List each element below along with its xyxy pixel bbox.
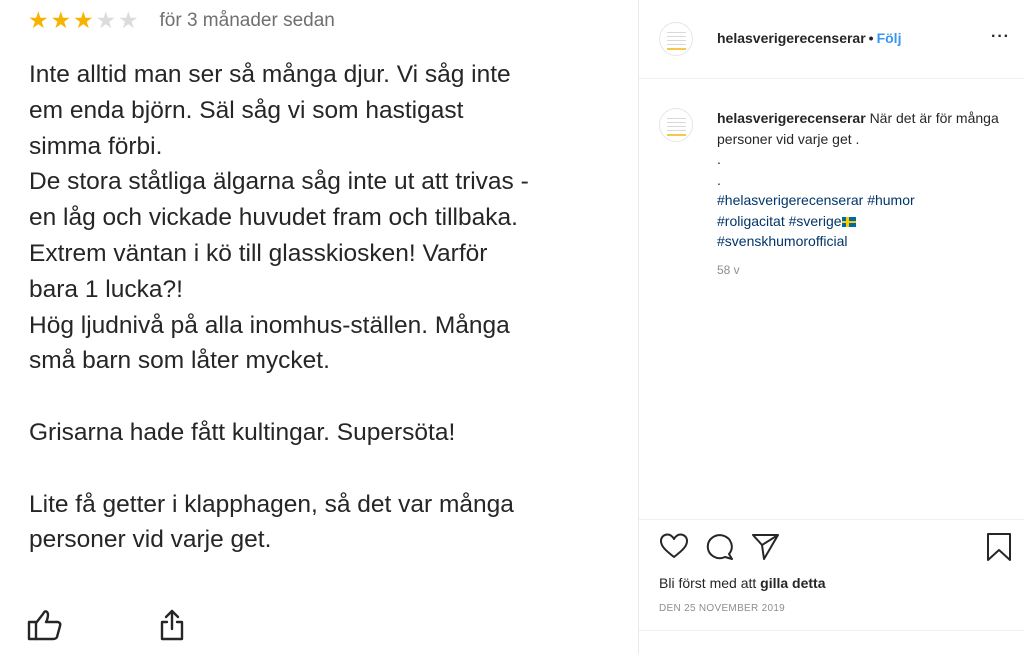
- review-text-line: De stora ståtliga älgarna såg inte ut at…: [29, 168, 529, 196]
- review-text-line: Lite få getter i klapphagen, så det var …: [29, 490, 514, 518]
- hashtag-link[interactable]: #roligacitat: [717, 213, 785, 229]
- separator-dot: •: [868, 30, 874, 46]
- swedish-flag-icon: [841, 216, 856, 227]
- caption-timestamp[interactable]: 58 v: [717, 260, 1007, 281]
- review-text: Inte alltid man ser så många djur. Vi så…: [29, 57, 629, 558]
- star-rating: ★ ★ ★ ★ ★: [28, 9, 141, 33]
- review-text-line: en låg och vickade huvudet fram och till…: [29, 204, 518, 232]
- hashtag-link[interactable]: #humor: [867, 192, 914, 208]
- review-screenshot: ★ ★ ★ ★ ★ för 3 månader sedan Inte alltid ma…: [0, 0, 638, 654]
- hashtag-link[interactable]: #svenskhumorofficial: [717, 233, 847, 249]
- thumbs-up-icon[interactable]: [27, 608, 63, 647]
- review-text-line: Extrem väntan i kö till glasskiosken! Va…: [29, 239, 488, 267]
- star-filled-icon: ★: [28, 8, 49, 34]
- caption-text: helasverigerecenserar När det är för mån…: [717, 108, 1007, 280]
- comment-icon[interactable]: [705, 532, 735, 565]
- star-filled-icon: ★: [50, 8, 72, 34]
- footer-divider: [639, 519, 1024, 520]
- instagram-post-panel: helasverigerecenserar • Följ ··· helasveri…: [639, 0, 1024, 654]
- post-header: helasverigerecenserar • Följ ···: [639, 0, 1024, 79]
- caption-dot-line: .: [717, 171, 721, 188]
- avatar[interactable]: [659, 22, 693, 56]
- review-text-line: [29, 379, 629, 415]
- caption-username[interactable]: helasverigerecenserar: [717, 110, 866, 126]
- review-text-line: [29, 451, 629, 487]
- likes-summary: Bli först med att gilla detta: [659, 575, 826, 591]
- review-actions: [27, 608, 185, 647]
- star-empty-icon: ★: [118, 8, 139, 34]
- follow-button[interactable]: Följ: [877, 30, 902, 46]
- send-icon[interactable]: [751, 532, 781, 565]
- likes-text: Bli först med att: [659, 575, 757, 591]
- review-text-line: personer vid varje get.: [29, 526, 272, 554]
- review-text-line: simma förbi.: [29, 132, 163, 160]
- hashtag-link[interactable]: #helasverigerecenserar: [717, 192, 863, 208]
- review-text-line: små barn som låter mycket.: [29, 347, 330, 375]
- review-text-line: em enda björn. Säl såg vi som hastigast: [29, 96, 464, 124]
- caption-avatar[interactable]: [659, 108, 693, 142]
- share-icon[interactable]: [159, 608, 185, 647]
- star-empty-icon: ★: [95, 8, 117, 34]
- star-filled-icon: ★: [73, 8, 94, 34]
- post-actions: [659, 532, 1012, 564]
- heart-icon[interactable]: [659, 532, 689, 565]
- bottom-divider: [639, 630, 1024, 631]
- post-author: helasverigerecenserar • Följ: [717, 30, 901, 46]
- post-date[interactable]: DEN 25 NOVEMBER 2019: [659, 603, 785, 614]
- review-header: ★ ★ ★ ★ ★ för 3 månader sedan: [28, 9, 335, 33]
- review-age: för 3 månader sedan: [159, 10, 335, 31]
- review-text-line: bara 1 lucka?!: [29, 275, 183, 303]
- like-link[interactable]: gilla detta: [760, 575, 825, 591]
- username-link[interactable]: helasverigerecenserar: [717, 30, 866, 46]
- hashtag-link[interactable]: #sverige: [789, 213, 842, 229]
- review-text-line: Inte alltid man ser så många djur. Vi så…: [29, 61, 511, 88]
- review-text-line: Hög ljudnivå på alla inomhus-ställen. Må…: [29, 311, 510, 339]
- review-text-line: Grisarna hade fått kultingar. Supersöta!: [29, 418, 456, 446]
- caption-dot-line: .: [717, 151, 721, 167]
- bookmark-icon[interactable]: [986, 532, 1012, 567]
- more-options-icon[interactable]: ···: [991, 28, 1010, 46]
